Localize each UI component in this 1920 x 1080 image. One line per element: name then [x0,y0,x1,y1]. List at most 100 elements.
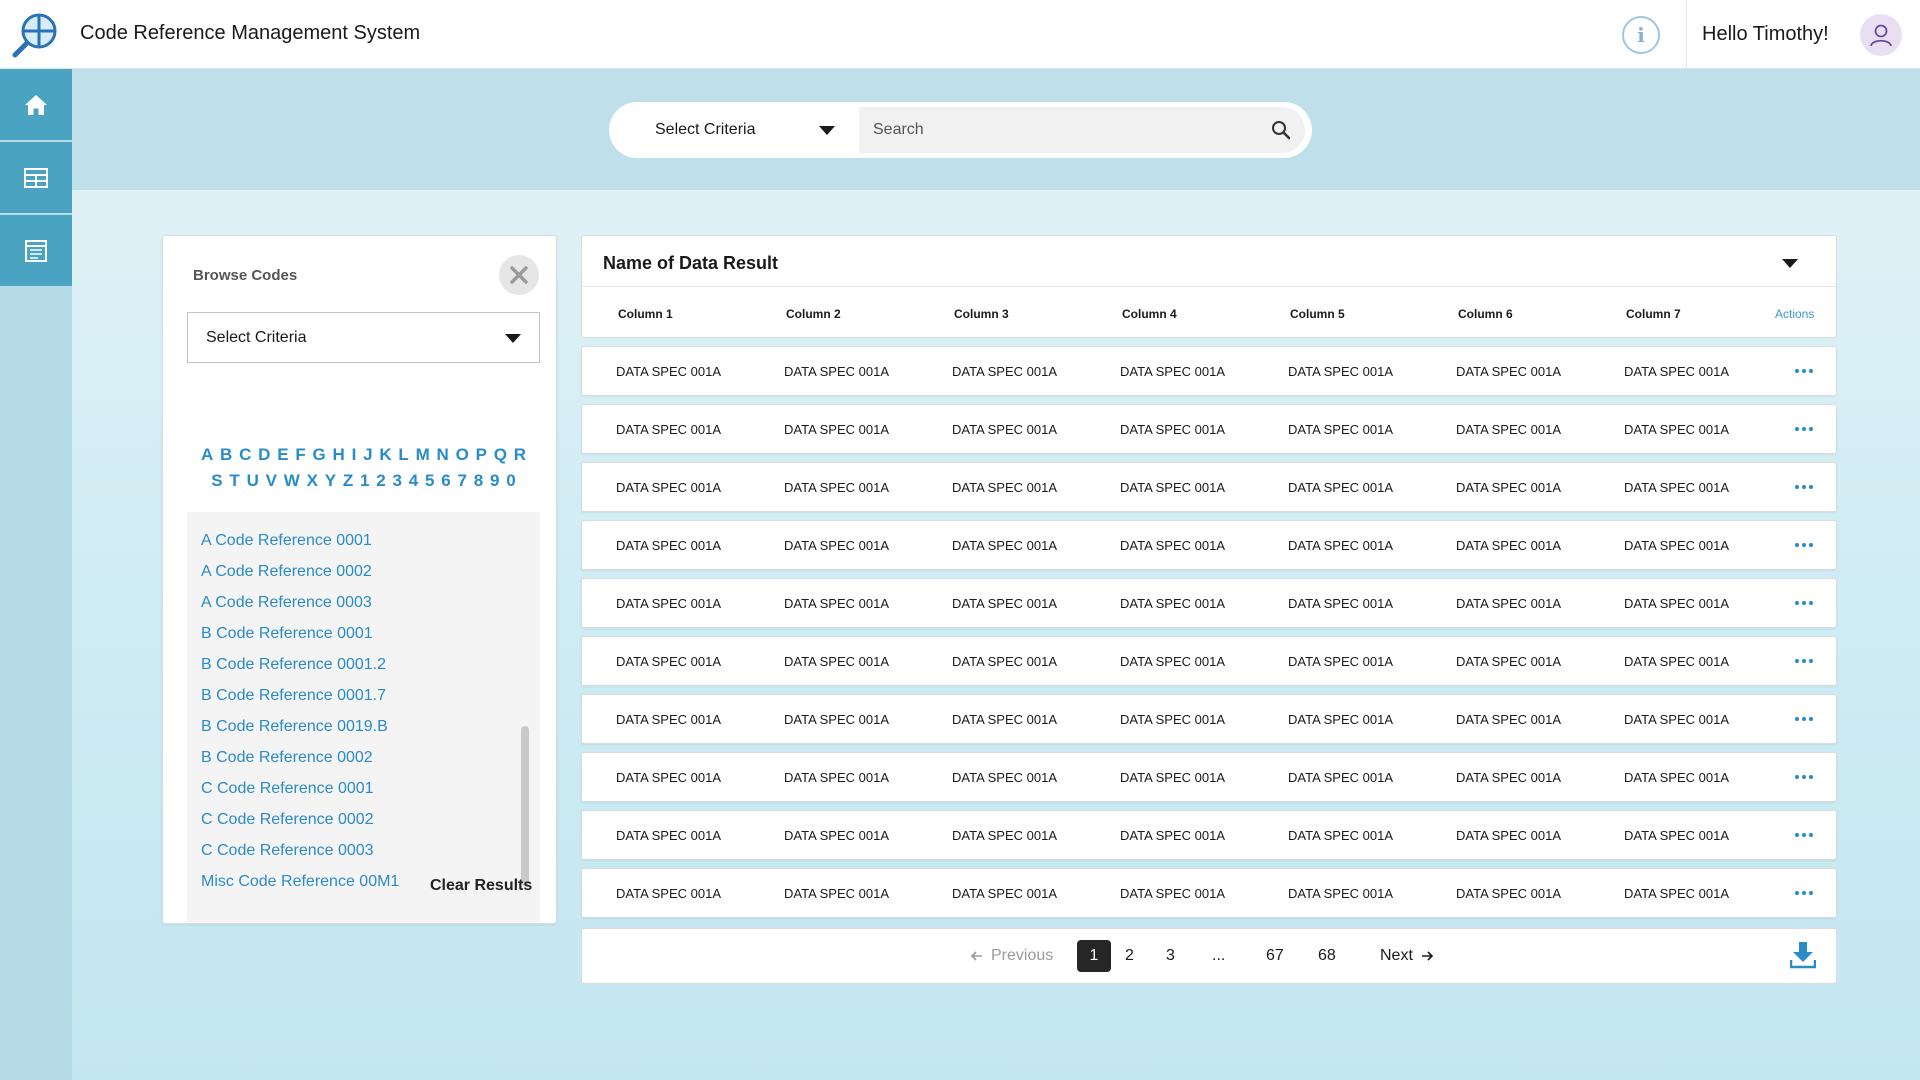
scrollbar[interactable] [521,726,529,886]
alphabet-filter-letter[interactable]: A [201,445,213,465]
alphabet-filter-letter[interactable]: R [514,445,526,465]
alphabet-filter-letter[interactable]: L [398,445,408,465]
alphabet-filter-letter[interactable]: M [416,445,430,465]
code-reference-link[interactable]: A Code Reference 0001 [201,532,372,550]
alphabet-filter-letter[interactable]: 6 [441,471,450,491]
code-reference-link[interactable]: B Code Reference 0001.7 [201,687,386,705]
row-actions-button[interactable] [1792,881,1816,905]
page-button[interactable]: 67 [1266,947,1284,965]
alphabet-filter-letter[interactable]: K [379,445,391,465]
browse-criteria-dropdown[interactable]: Select Criteria [187,312,540,363]
row-actions-button[interactable] [1792,533,1816,557]
alphabet-filter-letter[interactable]: 9 [490,471,499,491]
code-reference-link[interactable]: C Code Reference 0003 [201,842,374,860]
column-header[interactable]: Column 5 [1290,307,1345,321]
code-reference-link[interactable]: Misc Code Reference 00M1 [201,873,399,891]
column-header[interactable]: Column 1 [618,307,673,321]
table-row[interactable]: DATA SPEC 001A DATA SPEC 001A DATA SPEC 00… [581,810,1837,860]
row-actions-button[interactable] [1792,417,1816,441]
alphabet-filter-letter[interactable]: D [258,445,270,465]
alphabet-filter-letter[interactable]: 3 [393,471,402,491]
table-row[interactable]: DATA SPEC 001A DATA SPEC 001A DATA SPEC 00… [581,694,1837,744]
code-reference-link[interactable]: B Code Reference 0002 [201,749,373,767]
alphabet-filter-letter[interactable]: G [313,445,326,465]
next-page-button[interactable]: Next [1380,947,1433,965]
search-input[interactable] [859,107,1259,153]
table-row[interactable]: DATA SPEC 001A DATA SPEC 001A DATA SPEC 00… [581,462,1837,512]
alphabet-filter-letter[interactable]: H [333,445,345,465]
alphabet-filter-letter[interactable]: I [352,445,357,465]
column-header[interactable]: Column 6 [1458,307,1513,321]
alphabet-filter-letter[interactable]: O [456,445,469,465]
code-reference-link[interactable]: B Code Reference 0001 [201,625,373,643]
alphabet-filter-letter[interactable]: Z [343,471,353,491]
row-actions-button[interactable] [1792,359,1816,383]
alphabet-filter-letter[interactable]: 4 [409,471,418,491]
alphabet-filter-letter[interactable]: 5 [425,471,434,491]
alphabet-filter-letter[interactable]: T [229,471,239,491]
row-actions-button[interactable] [1792,591,1816,615]
code-reference-link[interactable]: C Code Reference 0001 [201,780,374,798]
row-actions-button[interactable] [1792,475,1816,499]
alphabet-filter-letter[interactable]: C [239,445,251,465]
alphabet-filter-letter[interactable]: V [266,471,277,491]
alphabet-filter-letter[interactable]: 7 [458,471,467,491]
alphabet-filter-letter[interactable]: S [211,471,222,491]
alphabet-filter-letter[interactable]: 2 [376,471,385,491]
search-criteria-dropdown[interactable]: Select Criteria [609,102,859,158]
table-cell: DATA SPEC 001A [1288,712,1394,727]
column-header[interactable]: Column 2 [786,307,841,321]
alphabet-filter-letter[interactable]: Q [494,445,507,465]
code-reference-link[interactable]: A Code Reference 0003 [201,594,372,612]
avatar[interactable] [1860,14,1902,56]
page-button[interactable]: 68 [1318,947,1336,965]
code-reference-link[interactable]: C Code Reference 0002 [201,811,374,829]
header-divider [1686,0,1687,69]
sidebar-item-table[interactable] [0,142,72,213]
alphabet-filter-letter[interactable]: 0 [506,471,515,491]
alphabet-filter-letter[interactable]: P [476,445,487,465]
code-reference-link[interactable]: A Code Reference 0002 [201,563,372,581]
search-icon[interactable] [1271,120,1291,140]
alphabet-filter-letter[interactable]: B [220,445,232,465]
code-reference-link[interactable]: B Code Reference 0001.2 [201,656,386,674]
column-header[interactable]: Column 7 [1626,307,1681,321]
table-row[interactable]: DATA SPEC 001A DATA SPEC 001A DATA SPEC 00… [581,752,1837,802]
alphabet-filter-letter[interactable]: Y [325,471,336,491]
table-row[interactable]: DATA SPEC 001A DATA SPEC 001A DATA SPEC 00… [581,636,1837,686]
close-button[interactable] [499,255,539,295]
next-label: Next [1380,947,1413,964]
code-reference-link[interactable]: B Code Reference 0019.B [201,718,388,736]
page-button[interactable]: 3 [1166,947,1175,965]
download-icon[interactable] [1790,941,1816,969]
chevron-down-icon[interactable] [1782,259,1798,269]
clear-results-button[interactable]: Clear Results [430,877,532,895]
column-header[interactable]: Column 4 [1122,307,1177,321]
previous-page-button[interactable]: Previous [971,947,1053,965]
table-row[interactable]: DATA SPEC 001A DATA SPEC 001A DATA SPEC 00… [581,520,1837,570]
main-content: Select Criteria Browse Codes [72,69,1920,1080]
alphabet-filter-letter[interactable]: F [295,445,305,465]
alphabet-filter-letter[interactable]: U [247,471,259,491]
alphabet-filter-letter[interactable]: J [363,445,372,465]
table-row[interactable]: DATA SPEC 001A DATA SPEC 001A DATA SPEC 00… [581,868,1837,918]
table-row[interactable]: DATA SPEC 001A DATA SPEC 001A DATA SPEC 00… [581,346,1837,396]
alphabet-filter-letter[interactable]: E [277,445,288,465]
alphabet-filter-letter[interactable]: 8 [474,471,483,491]
row-actions-button[interactable] [1792,649,1816,673]
info-icon[interactable]: i [1622,16,1660,54]
sidebar-item-form[interactable] [0,215,72,286]
table-row[interactable]: DATA SPEC 001A DATA SPEC 001A DATA SPEC 00… [581,578,1837,628]
alphabet-filter-letter[interactable]: N [437,445,449,465]
row-actions-button[interactable] [1792,707,1816,731]
page-button[interactable]: 2 [1125,947,1134,965]
alphabet-filter-letter[interactable]: 1 [360,471,369,491]
alphabet-filter-letter[interactable]: X [307,471,318,491]
row-actions-button[interactable] [1792,823,1816,847]
row-actions-button[interactable] [1792,765,1816,789]
sidebar-item-home[interactable] [0,69,72,140]
page-button-current[interactable]: 1 [1077,940,1111,972]
table-row[interactable]: DATA SPEC 001A DATA SPEC 001A DATA SPEC 00… [581,404,1837,454]
alphabet-filter-letter[interactable]: W [284,471,300,491]
column-header[interactable]: Column 3 [954,307,1009,321]
